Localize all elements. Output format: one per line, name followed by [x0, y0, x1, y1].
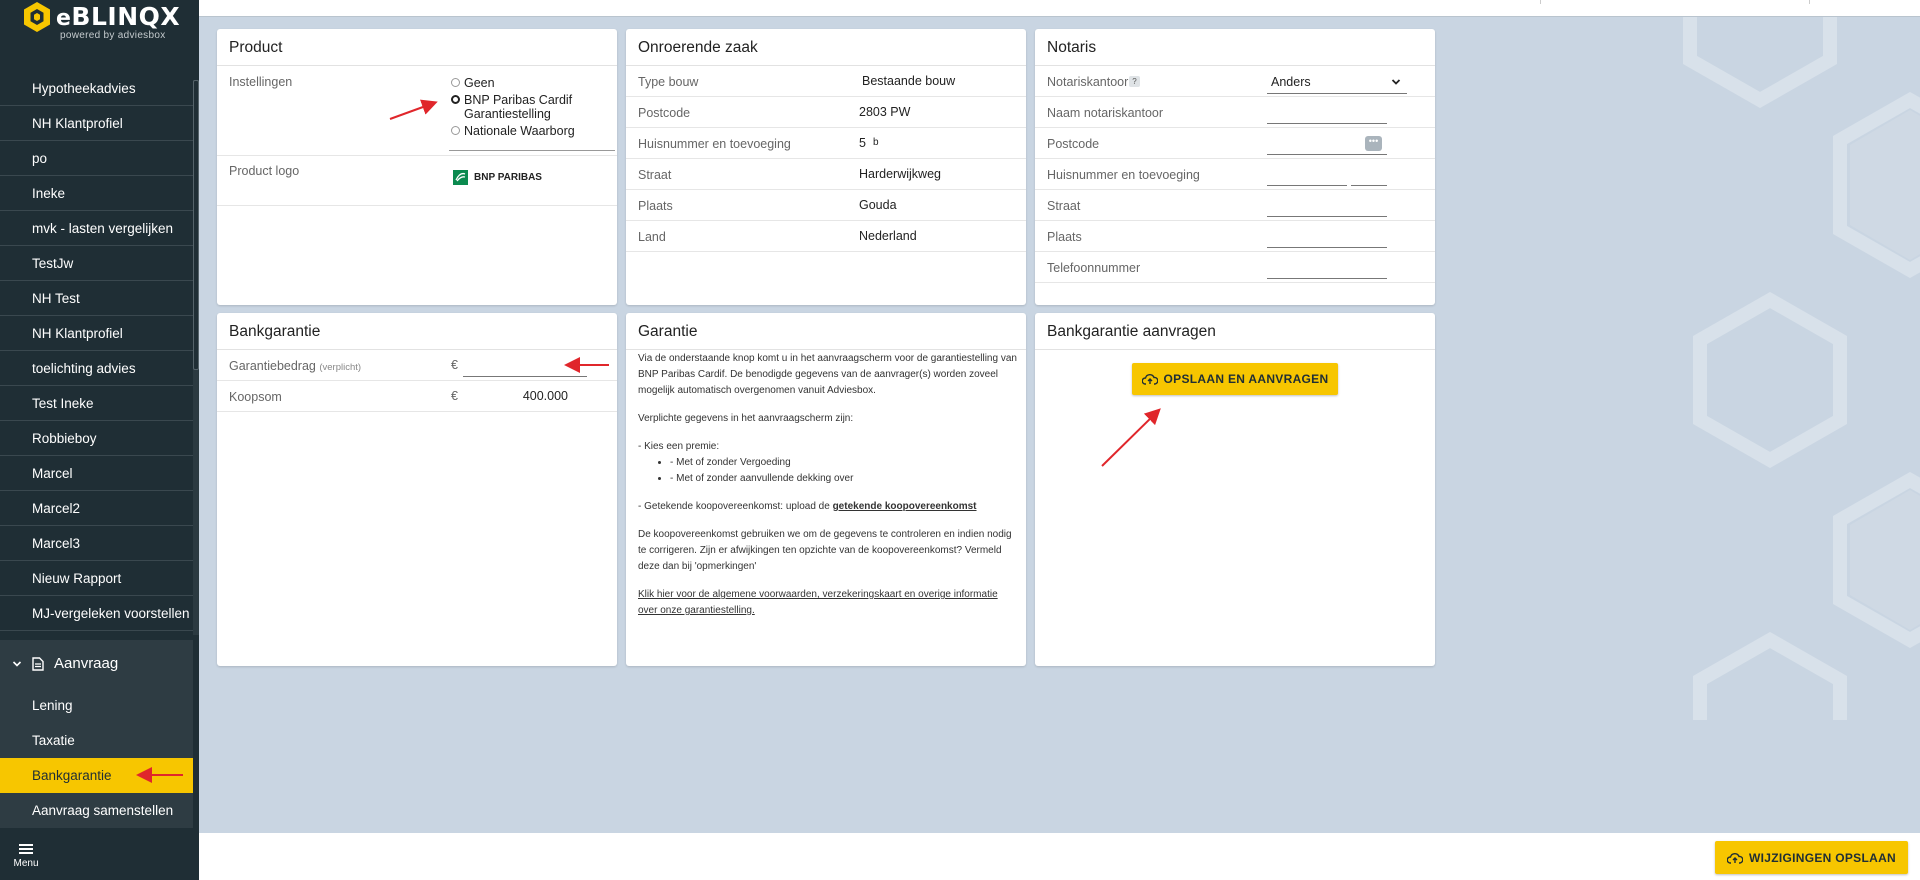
arrow-to-aanvragen-button	[1101, 408, 1161, 467]
arrow-to-bnp-option	[389, 99, 438, 120]
annotation-arrows	[136, 99, 1161, 783]
